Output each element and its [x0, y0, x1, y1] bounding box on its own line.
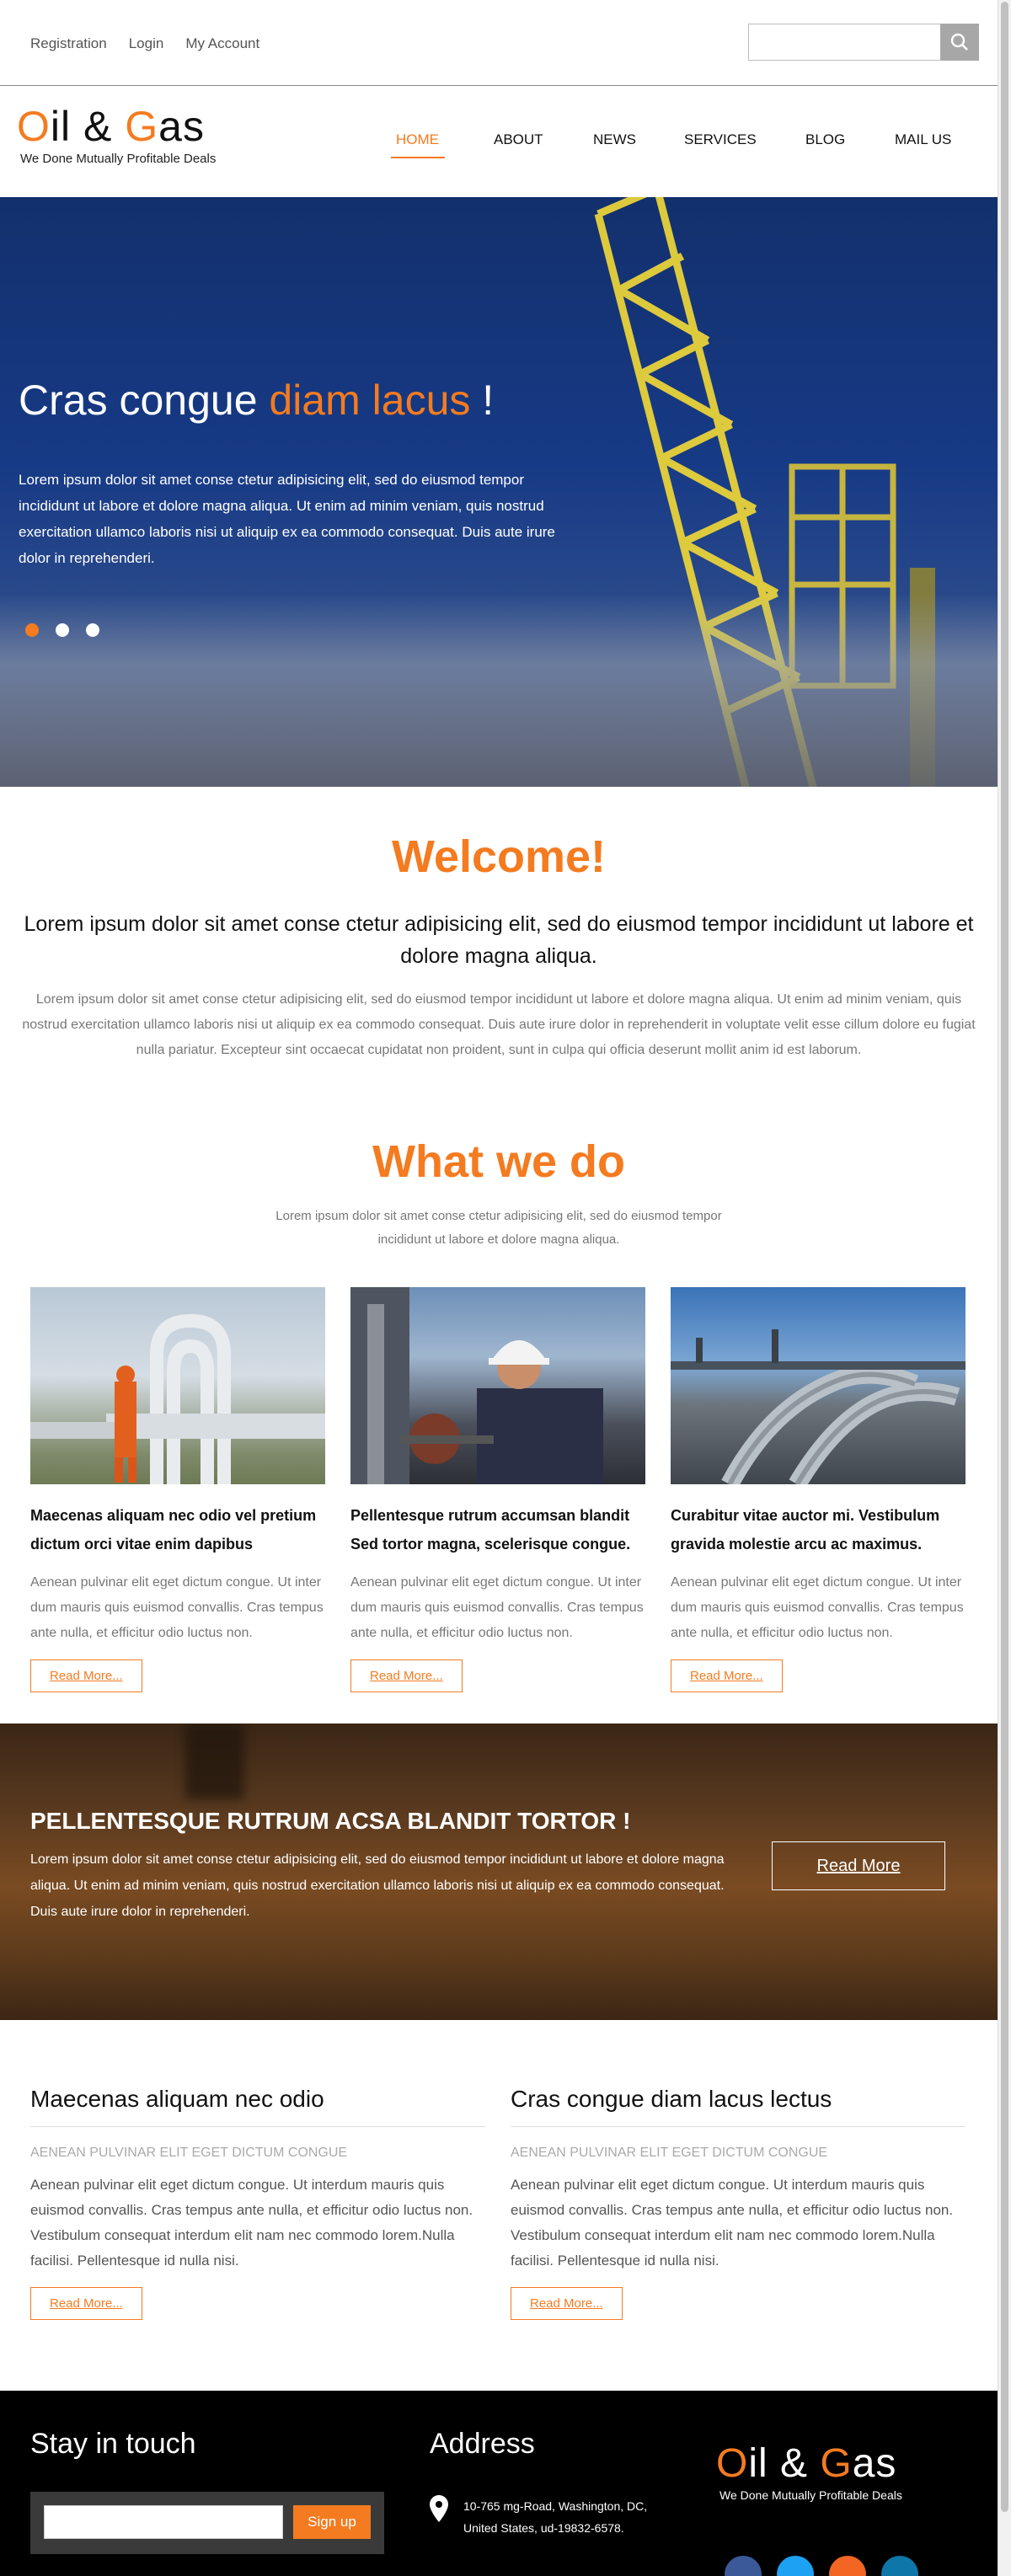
newsletter-form: Sign up [30, 2492, 384, 2554]
slider-dot-2[interactable] [56, 623, 69, 637]
card-image-pipeline-worker [30, 1287, 325, 1484]
stay-in-touch-title: Stay in touch [30, 2428, 196, 2460]
search-icon [950, 33, 968, 51]
site-logo[interactable]: Oil & Gas We Done Mutually Profitable De… [17, 103, 216, 166]
welcome-lead: Lorem ipsum dolor sit amet conse ctetur … [24, 912, 974, 968]
slider-dot-3[interactable] [86, 623, 99, 637]
service-card: Curabitur vitae auctor mi. Vestibulum gr… [671, 1287, 966, 1692]
logo-wordmark: Oil & Gas [17, 103, 205, 150]
page: Registration Login My Account Oil & Gas … [0, 0, 998, 2576]
column-title: Maecenas aliquam nec odio [30, 2086, 485, 2127]
footer: Stay in touch Sign up Address 10-765 mg-… [0, 2391, 998, 2576]
address-title: Address [430, 2428, 535, 2460]
column-subtitle: AENEAN PULVINAR ELIT EGET DICTUM CONGUE [30, 2146, 348, 2160]
logo-tagline: We Done Mutually Profitable Deals [20, 152, 217, 166]
footer-logo-wordmark: Oil & Gas [716, 2441, 897, 2486]
newsletter-email-input[interactable] [44, 2505, 283, 2539]
card-text: Aenean pulvinar elit eget dictum congue.… [671, 1575, 964, 1640]
banner-background-shape [185, 1724, 244, 1799]
account-links: Registration Login My Account [30, 35, 259, 52]
column-subtitle: AENEAN PULVINAR ELIT EGET DICTUM CONGUE [511, 2146, 828, 2160]
map-pin-icon [430, 2495, 448, 2522]
card-title: Maecenas aliquam nec odio vel pretium di… [30, 1507, 317, 1553]
scrollbar-thumb[interactable] [1001, 2, 1008, 2512]
rss-icon[interactable] [829, 2556, 866, 2576]
login-link[interactable]: Login [129, 35, 164, 52]
linkedin-icon[interactable] [881, 2556, 918, 2576]
read-more-button[interactable]: Read More... [350, 1659, 463, 1692]
slider-dot-1[interactable] [25, 623, 39, 637]
banner-title: PELLENTESQUE RUTRUM ACSA BLANDIT TORTOR … [30, 1808, 631, 1834]
slider-dots [25, 623, 99, 637]
info-column: Cras congue diam lacus lectus AENEAN PUL… [511, 2086, 966, 2320]
twitter-icon[interactable] [777, 2556, 814, 2576]
banner-read-more-button[interactable]: Read More [772, 1841, 945, 1890]
whatwedo-title: What we do [372, 1136, 625, 1187]
social-links [725, 2556, 918, 2576]
column-text: Aenean pulvinar elit eget dictum congue.… [30, 2177, 473, 2269]
column-text: Aenean pulvinar elit eget dictum congue.… [511, 2177, 954, 2269]
read-more-button[interactable]: Read More... [30, 1659, 142, 1692]
nav-mail-us[interactable]: MAIL US [895, 131, 951, 148]
read-more-button[interactable]: Read More... [30, 2287, 142, 2320]
hero-text: Lorem ipsum dolor sit amet conse ctetur … [19, 472, 555, 566]
hero-title: Cras congue diam lacus ! [19, 377, 495, 424]
my-account-link[interactable]: My Account [185, 35, 259, 52]
nav-active-underline [391, 157, 445, 158]
nav-about[interactable]: ABOUT [494, 131, 543, 148]
page-scrollbar[interactable] [998, 0, 1011, 2576]
service-card: Pellentesque rutrum accumsan blandit Sed… [350, 1287, 645, 1692]
nav-blog[interactable]: BLOG [805, 131, 845, 148]
info-column: Maecenas aliquam nec odio AENEAN PULVINA… [30, 2086, 485, 2320]
read-more-button[interactable]: Read More... [671, 1659, 783, 1692]
card-text: Aenean pulvinar elit eget dictum congue.… [350, 1575, 644, 1640]
welcome-text: Lorem ipsum dolor sit amet conse ctetur … [22, 992, 976, 1057]
nav-home[interactable]: HOME [396, 131, 439, 148]
whatwedo-subtitle: Lorem ipsum dolor sit amet conse ctetur … [275, 1209, 722, 1247]
banner-text: Lorem ipsum dolor sit amet conse ctetur … [30, 1852, 725, 1919]
hero-slider: Cras congue diam lacus ! Lorem ipsum dol… [0, 197, 998, 787]
signup-button[interactable]: Sign up [293, 2505, 371, 2539]
registration-link[interactable]: Registration [30, 35, 107, 52]
card-image-pipes [671, 1287, 966, 1484]
card-title: Pellentesque rutrum accumsan blandit Sed… [350, 1507, 631, 1553]
nav-services[interactable]: SERVICES [684, 131, 757, 148]
facebook-icon[interactable] [725, 2556, 762, 2576]
welcome-title: Welcome! [391, 831, 607, 882]
card-title: Curabitur vitae auctor mi. Vestibulum gr… [671, 1507, 940, 1553]
card-text: Aenean pulvinar elit eget dictum congue.… [30, 1575, 324, 1640]
search-button[interactable] [940, 24, 979, 61]
column-title: Cras congue diam lacus lectus [511, 2086, 966, 2127]
card-image-engineer [350, 1287, 645, 1484]
address-text: 10-765 mg-Road, Washington, DC, United S… [463, 2499, 648, 2535]
footer-logo-tagline: We Done Mutually Profitable Deals [719, 2488, 902, 2502]
footer-logo[interactable]: Oil & Gas We Done Mutually Profitable De… [716, 2441, 902, 2502]
read-more-button[interactable]: Read More... [511, 2287, 623, 2320]
promo-banner: PELLENTESQUE RUTRUM ACSA BLANDIT TORTOR … [0, 1724, 998, 2020]
top-bar: Registration Login My Account [0, 0, 998, 86]
platform-deck [0, 593, 998, 787]
nav-news[interactable]: NEWS [593, 131, 636, 148]
service-card: Maecenas aliquam nec odio vel pretium di… [30, 1287, 325, 1692]
